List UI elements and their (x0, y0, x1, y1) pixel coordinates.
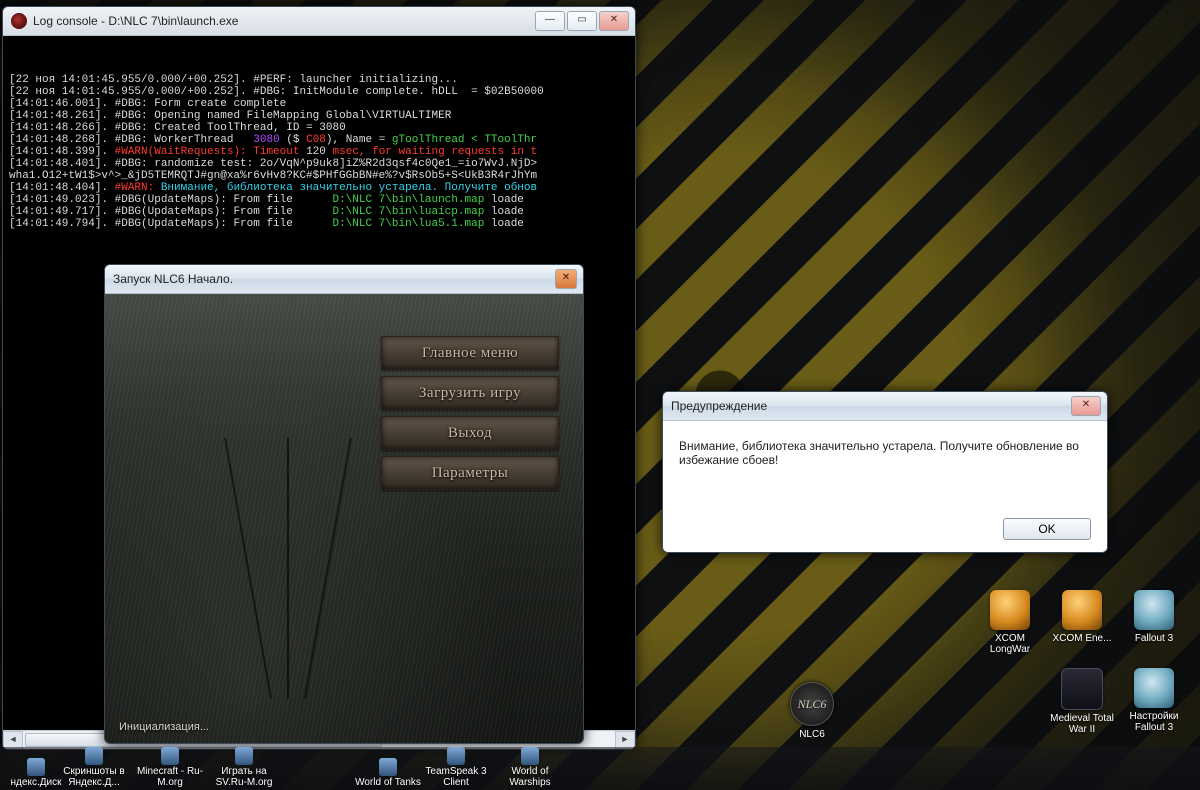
close-button[interactable]: ✕ (555, 269, 577, 289)
app-icon (85, 747, 103, 765)
taskbar-item-label: TeamSpeak 3 Client (420, 766, 492, 788)
icon-label: Medieval Total War II (1046, 713, 1118, 735)
taskbar-item[interactable]: Играть на SV.Ru-M.org (208, 747, 280, 788)
load-game-button[interactable]: Загрузить игру (381, 376, 559, 410)
desktop-icon-fallout3-settings[interactable]: Настройки Fallout 3 (1118, 668, 1190, 740)
log-console-titlebar[interactable]: Log console - D:\NLC 7\bin\launch.exe — … (3, 7, 635, 36)
console-line: [14:01:48.261]. #DBG: Opening named File… (9, 110, 629, 122)
app-icon (11, 13, 27, 29)
console-line: [14:01:46.001]. #DBG: Form create comple… (9, 98, 629, 110)
window-title: Log console - D:\NLC 7\bin\launch.exe (33, 14, 238, 28)
desktop-icons-group: XCOM LongWar XCOM Ene... Fallout 3 Medie… (974, 590, 1190, 740)
app-icon (161, 747, 179, 765)
shield-icon (1062, 590, 1102, 630)
icon-label: Fallout 3 (1135, 633, 1173, 644)
launcher-background: Главное меню Загрузить игру Выход Параме… (105, 294, 583, 743)
launcher-menu: Главное меню Загрузить игру Выход Параме… (381, 336, 559, 490)
vaultboy-icon (1134, 590, 1174, 630)
app-icon (235, 747, 253, 765)
warning-message: Внимание, библиотека значительно устарел… (679, 439, 1091, 500)
taskbar-item-label: Minecraft - Ru-M.org (134, 766, 206, 788)
taskbar-item-label: World of Warships (494, 766, 566, 788)
app-icon (521, 747, 539, 765)
main-menu-button[interactable]: Главное меню (381, 336, 559, 370)
console-line: [14:01:49.794]. #DBG(UpdateMaps): From f… (9, 218, 629, 230)
tower-silhouette (287, 438, 289, 698)
taskbar-item[interactable]: Скриншоты в Яндекс.Д... (58, 747, 130, 788)
taskbar-item-label: ндекс.Диск (11, 777, 62, 788)
app-icon (27, 758, 45, 776)
console-line: [14:01:48.404]. #WARN: Внимание, библиот… (9, 182, 629, 194)
desktop-icon-xcom-longwar[interactable]: XCOM LongWar (974, 590, 1046, 662)
taskbar-item[interactable]: World of Tanks (352, 758, 424, 788)
vaultboy-icon (1134, 668, 1174, 708)
nlc6-icon: NLC6 (790, 682, 834, 726)
launcher-titlebar[interactable]: Запуск NLC6 Начало. ✕ (105, 265, 583, 294)
taskbar-item[interactable]: TeamSpeak 3 Client (420, 747, 492, 788)
shield-icon (990, 590, 1030, 630)
console-line: [14:01:49.717]. #DBG(UpdateMaps): From f… (9, 206, 629, 218)
console-line: [14:01:48.266]. #DBG: Created ToolThread… (9, 122, 629, 134)
icon-label: Настройки Fallout 3 (1118, 711, 1190, 733)
console-line: [22 ноя 14:01:45.955/0.000/+00.252]. #DB… (9, 86, 629, 98)
exit-button[interactable]: Выход (381, 416, 559, 450)
taskbar-item-label: Играть на SV.Ru-M.org (208, 766, 280, 788)
desktop-icon-xcom-ene[interactable]: XCOM Ene... (1046, 590, 1118, 662)
console-line: [14:01:49.023]. #DBG(UpdateMaps): From f… (9, 194, 629, 206)
taskbar[interactable]: ндекс.ДискСкриншоты в Яндекс.Д...Minecra… (0, 747, 1200, 790)
console-line: [14:01:48.399]. #WARN(WaitRequests): Tim… (9, 146, 629, 158)
parameters-button[interactable]: Параметры (381, 456, 559, 490)
app-icon (379, 758, 397, 776)
desktop-icon-medieval[interactable]: Medieval Total War II (1046, 668, 1118, 740)
console-line: [14:01:48.401]. #DBG: randomize test: 2o… (9, 158, 629, 170)
icon-label: XCOM LongWar (974, 633, 1046, 655)
close-button[interactable]: ✕ (1071, 396, 1101, 416)
window-title: Запуск NLC6 Начало. (113, 272, 233, 286)
knight-icon (1061, 668, 1103, 710)
close-button[interactable]: ✕ (599, 11, 629, 31)
warning-dialog: Предупреждение ✕ Внимание, библиотека зн… (662, 391, 1108, 553)
maximize-button[interactable]: ▭ (567, 11, 597, 31)
minimize-button[interactable]: — (535, 11, 565, 31)
launcher-status-text: Инициализация... (119, 721, 209, 733)
ok-button[interactable]: OK (1003, 518, 1091, 540)
console-line: [14:01:48.268]. #DBG: WorkerThread 3080 … (9, 134, 629, 146)
console-line: wha1.O12+tW1$>v^>_&jD5TEMRQTJ#gn@xa%r6vH… (9, 170, 629, 182)
taskbar-item[interactable]: World of Warships (494, 747, 566, 788)
icon-label: NLC6 (799, 729, 825, 740)
app-icon (447, 747, 465, 765)
desktop-icon-fallout3[interactable]: Fallout 3 (1118, 590, 1190, 662)
icon-label: XCOM Ene... (1053, 633, 1112, 644)
desktop-icon-nlc6[interactable]: NLC6 NLC6 (776, 682, 848, 740)
taskbar-item[interactable]: Minecraft - Ru-M.org (134, 747, 206, 788)
game-launcher-window: Запуск NLC6 Начало. ✕ Главное меню Загру… (104, 264, 584, 744)
taskbar-item-label: Скриншоты в Яндекс.Д... (58, 766, 130, 788)
taskbar-item-label: World of Tanks (355, 777, 421, 788)
window-title: Предупреждение (671, 399, 767, 413)
console-line: [22 ноя 14:01:45.955/0.000/+00.252]. #PE… (9, 74, 629, 86)
warning-dialog-titlebar[interactable]: Предупреждение ✕ (663, 392, 1107, 421)
